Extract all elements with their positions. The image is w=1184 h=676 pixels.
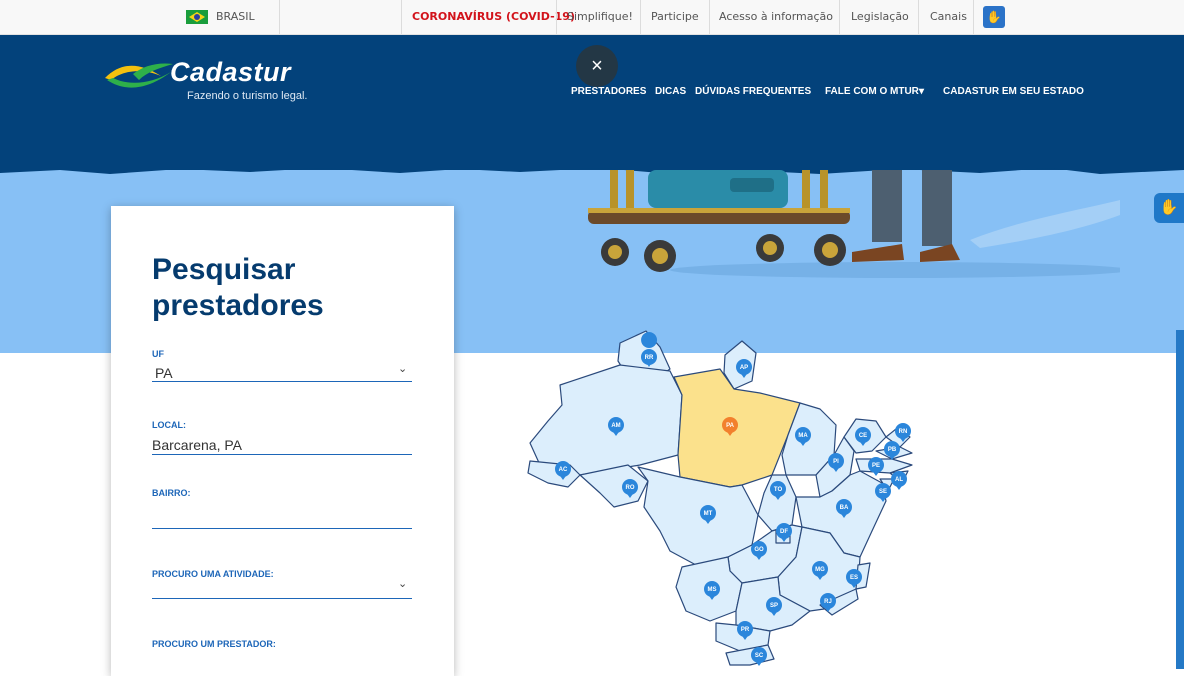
logo-tagline: Fazendo o turismo legal. [187,90,308,102]
svg-text:RN: RN [899,429,908,435]
svg-text:CE: CE [859,433,867,439]
country-link[interactable]: BRASIL [216,0,255,34]
svg-text:AL: AL [895,477,903,483]
cadastur-logo-icon[interactable] [103,56,175,94]
svg-text:PA: PA [726,423,735,429]
chevron-down-icon[interactable]: ▾ [919,86,924,100]
covid-link[interactable]: CORONAVÍRUS (COVID-19) [412,0,575,34]
scrollbar[interactable] [1176,330,1184,669]
svg-text:RR: RR [645,355,654,361]
svg-text:RJ: RJ [824,599,832,605]
svg-text:TO: TO [774,487,783,493]
gov-link-canais[interactable]: Canais [930,0,967,34]
logo-name[interactable]: Cadastur [170,57,291,88]
uf-chevron-down-icon[interactable]: ⌄ [398,362,407,375]
svg-text:MG: MG [815,567,825,573]
sign-language-side-icon[interactable]: ✋ [1154,193,1184,223]
svg-text:BA: BA [840,505,849,511]
sign-language-icon[interactable]: ✋ [983,6,1005,28]
state-am [529,364,683,476]
prestador-label: PROCURO UM PRESTADOR: [152,639,276,649]
svg-text:SE: SE [879,489,887,495]
uf-select[interactable]: PA [155,365,173,381]
luggage-cart-illustration [588,170,1120,278]
svg-text:MT: MT [704,511,713,517]
brazil-map[interactable]: RR AP AM PA MA CE RN PB PE AL SE PI AC R… [520,325,940,669]
gov-link-simplifique[interactable]: Simplifique! [567,0,633,34]
uf-label: UF [152,349,164,359]
uf-underline [152,381,412,382]
gov-link-participe[interactable]: Participe [651,0,699,34]
local-input[interactable]: Barcarena, PA [152,437,242,453]
close-icon[interactable]: × [576,45,618,87]
atividade-underline [152,598,412,599]
nav-dicas[interactable]: DICAS [655,86,686,100]
bairro-underline [152,528,412,529]
gov-link-legislacao[interactable]: Legislação [851,0,909,34]
svg-text:PI: PI [833,459,839,465]
gov-link-acesso-informacao[interactable]: Acesso à informação [719,0,833,34]
gov-bar: BRASIL CORONAVÍRUS (COVID-19) Simplifiqu… [0,0,1184,35]
svg-text:AM: AM [611,423,620,429]
svg-text:AP: AP [740,365,748,371]
nav-cadastur-em-seu-estado[interactable]: CADASTUR EM SEU ESTADO [943,86,1084,100]
nav-prestadores[interactable]: PRESTADORES [571,86,646,100]
brazil-flag-icon [186,10,208,24]
svg-text:PE: PE [872,463,880,469]
bairro-label: BAIRRO: [152,488,191,498]
search-card: Pesquisar prestadores UF PA ⌄ LOCAL: Bar… [111,206,454,676]
svg-text:PB: PB [888,447,897,453]
svg-text:MS: MS [708,587,717,593]
svg-text:SC: SC [755,653,764,659]
nav-fale-com-o-mtur[interactable]: FALE COM O MTUR [825,86,919,100]
svg-text:DF: DF [780,529,788,535]
svg-text:MA: MA [798,433,808,439]
atividade-label: PROCURO UMA ATIVIDADE: [152,569,274,579]
svg-text:GO: GO [754,547,764,553]
svg-text:PR: PR [741,627,750,633]
search-card-title: Pesquisar prestadores [152,253,324,322]
nav-duvidas-frequentes[interactable]: DÚVIDAS FREQUENTES [695,86,811,100]
local-label: LOCAL: [152,420,186,430]
svg-text:AC: AC [559,467,568,473]
svg-text:SP: SP [770,603,778,609]
atividade-chevron-down-icon[interactable]: ⌄ [398,577,407,590]
svg-text:ES: ES [850,575,858,581]
local-underline [152,454,412,455]
svg-text:RO: RO [626,485,635,491]
